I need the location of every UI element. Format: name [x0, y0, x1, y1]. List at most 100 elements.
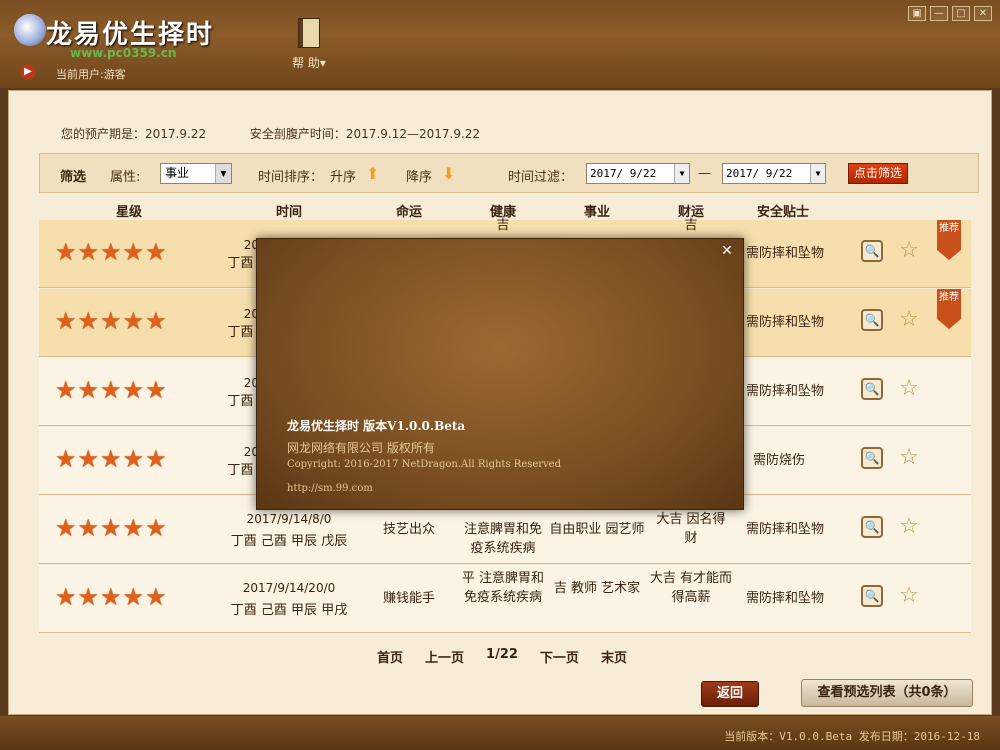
detail-icon[interactable]: 🔍: [861, 585, 883, 607]
detail-icon[interactable]: 🔍: [861, 516, 883, 538]
row-health: 吉: [496, 218, 510, 233]
about-url[interactable]: http://sm.99.com: [287, 483, 373, 494]
row-actions: 🔍 ☆: [861, 378, 921, 402]
row-health: 注意脾胃和免疫系统疾病: [463, 522, 542, 556]
minimize-button[interactable]: —: [930, 6, 948, 21]
row-tip: 需防摔和坠物: [745, 384, 825, 399]
star-rating: ★★★★★: [55, 307, 168, 335]
star-rating: ★★★★★: [55, 514, 168, 542]
row-fate: 技艺出众: [382, 522, 436, 537]
recommend-badge: 推荐: [937, 220, 961, 260]
about-version: 龙易优生择时 版本V1.0.0.Beta: [287, 419, 466, 433]
help-menu[interactable]: 帮 助▾: [286, 18, 332, 71]
safe-range: 安全剖腹产时间：2017.9.12—2017.9.22: [249, 127, 481, 141]
row-actions: 🔍 ☆: [861, 309, 921, 333]
watermark: www.pc0359.cn: [70, 46, 177, 60]
current-user: 当前用户:游客: [56, 68, 126, 81]
row-actions: 🔍 ☆: [861, 516, 921, 540]
status-bar: 当前版本：V1.0.0.Beta 发布日期：2016-12-18: [0, 716, 1000, 750]
pager-last[interactable]: 末页: [601, 647, 627, 666]
favorite-star-icon[interactable]: ☆: [897, 309, 921, 333]
status-text: 当前版本：V1.0.0.Beta 发布日期：2016-12-18: [724, 730, 980, 743]
due-info: 您的预产期是：2017.9.22 安全剖腹产时间：2017.9.12—2017.…: [61, 125, 520, 142]
table-row[interactable]: ★★★★★ 2017/9/14/20/0 丁酉 己酉 甲辰 甲戌 赚钱能手 平 …: [39, 565, 971, 633]
row-tip: 需防摔和坠物: [745, 522, 825, 537]
close-button[interactable]: ✕: [974, 6, 992, 21]
chevron-down-icon[interactable]: ▼: [215, 164, 231, 183]
row-wealth: 大吉 因名得财: [656, 512, 726, 546]
row-tip: 需防摔和坠物: [745, 246, 825, 261]
detail-icon[interactable]: 🔍: [861, 447, 883, 469]
user-arrow-icon[interactable]: ▶: [20, 64, 36, 80]
row-tip: 需防摔和坠物: [745, 591, 825, 606]
detail-icon[interactable]: 🔍: [861, 378, 883, 400]
help-label: 帮 助▾: [292, 56, 326, 70]
favorite-star-icon[interactable]: ☆: [897, 585, 921, 609]
pager-next[interactable]: 下一页: [540, 647, 579, 666]
favorite-star-icon[interactable]: ☆: [897, 378, 921, 402]
row-tip: 需防摔和坠物: [745, 315, 825, 330]
time-filter-label: 时间过滤：: [508, 170, 574, 185]
detail-icon[interactable]: 🔍: [861, 309, 883, 331]
col-career: 事业: [583, 205, 611, 220]
row-actions: 🔍 ☆: [861, 447, 921, 471]
attr-select[interactable]: 事业 ▼: [160, 163, 232, 184]
row-actions: 🔍 ☆: [861, 585, 921, 609]
col-stars: 星级: [115, 205, 143, 220]
filter-bar: 筛选 属性: 事业 ▼ 时间排序： 升序 ⬆ 降序 ⬇ 时间过滤： 2017/ 9…: [39, 153, 979, 193]
arrow-down-icon[interactable]: ⬇: [442, 166, 455, 182]
chevron-down-icon[interactable]: ▼: [810, 164, 825, 183]
back-button[interactable]: 返回: [701, 681, 759, 707]
favorite-star-icon[interactable]: ☆: [897, 240, 921, 264]
help-book-icon: [298, 18, 320, 48]
date-to-picker[interactable]: 2017/ 9/22 ▼: [722, 163, 826, 184]
favorite-star-icon[interactable]: ☆: [897, 516, 921, 540]
title-bar: 龙易优生择时 www.pc0359.cn ▶ 当前用户:游客 帮 助▾ ▣ — …: [0, 0, 1000, 88]
row-date: 2017/9/14/20/0: [242, 581, 336, 595]
attr-value: 事业: [165, 166, 190, 180]
col-time: 时间: [275, 205, 303, 220]
star-rating: ★★★★★: [55, 583, 168, 611]
app-logo-icon: [14, 14, 46, 46]
date-separator: —: [698, 166, 711, 181]
arrow-up-icon[interactable]: ⬆: [366, 166, 379, 182]
favorite-star-icon[interactable]: ☆: [897, 447, 921, 471]
pager-prev[interactable]: 上一页: [425, 647, 464, 666]
maximize-button[interactable]: □: [952, 6, 970, 21]
row-health: 平 注意脾胃和免疫系统疾病: [461, 571, 545, 605]
row-date: 2017/9/14/8/0: [246, 512, 332, 526]
row-actions: 🔍 ☆: [861, 240, 921, 264]
col-fate: 命运: [395, 205, 423, 220]
row-ganzhi: 丁酉 己酉 甲辰 甲戌: [230, 603, 348, 618]
filter-button[interactable]: 点击筛选: [848, 163, 908, 184]
row-wealth: 吉: [684, 218, 698, 233]
pager: 首页 上一页 1/22 下一页 末页: [377, 647, 627, 666]
row-wealth: 大吉 有才能而得高薪: [649, 571, 733, 605]
due-date: 您的预产期是：2017.9.22: [61, 127, 207, 141]
row-career: 自由职业 园艺师: [549, 522, 645, 537]
row-fate: 赚钱能手: [382, 591, 436, 606]
date-to-value: 2017/ 9/22: [726, 167, 793, 180]
desc-label[interactable]: 降序: [406, 166, 432, 185]
filter-title: 筛选: [60, 170, 87, 185]
close-icon[interactable]: ✕: [719, 243, 735, 259]
recommend-badge: 推荐: [937, 289, 961, 329]
preselect-list-button[interactable]: 查看预选列表（共0条）: [801, 679, 973, 707]
detail-icon[interactable]: 🔍: [861, 240, 883, 262]
star-rating: ★★★★★: [55, 376, 168, 404]
date-from-picker[interactable]: 2017/ 9/22 ▼: [586, 163, 690, 184]
sort-label: 时间排序：: [258, 170, 324, 185]
about-dialog: ✕ 龙易优生择时 版本V1.0.0.Beta 网龙网络有限公司 版权所有 Cop…: [256, 238, 744, 510]
window-controls: ▣ — □ ✕: [908, 6, 992, 21]
pager-first[interactable]: 首页: [377, 647, 403, 666]
row-career: 吉 教师 艺术家: [553, 581, 641, 596]
chevron-down-icon[interactable]: ▼: [674, 164, 689, 183]
col-tip: 安全贴士: [756, 205, 810, 220]
about-copyright: Copyright: 2016-2017 NetDragon.All Right…: [287, 459, 561, 470]
star-rating: ★★★★★: [55, 445, 168, 473]
attr-label: 属性:: [110, 170, 141, 185]
skin-button[interactable]: ▣: [908, 6, 926, 21]
star-rating: ★★★★★: [55, 238, 168, 266]
asc-label[interactable]: 升序: [330, 166, 356, 185]
pager-page: 1/22: [486, 647, 518, 662]
